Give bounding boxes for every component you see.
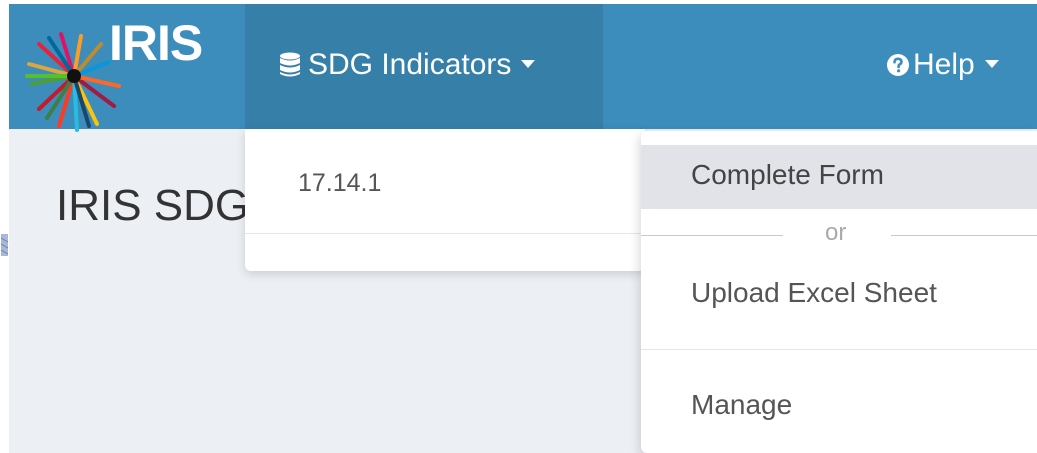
left-edge-strip [0, 0, 9, 453]
complete-form-label: Complete Form [691, 159, 884, 190]
brand-logo[interactable]: IRIS [9, 4, 245, 132]
upload-excel-label: Upload Excel Sheet [691, 277, 937, 308]
complete-form-item[interactable]: Complete Form [641, 145, 1037, 209]
manage-item[interactable]: Manage [641, 383, 1037, 443]
nav-sdg-label: SDG Indicators [308, 48, 536, 82]
brand-logo-text: IRIS [109, 15, 203, 71]
menu-separator [641, 349, 1037, 350]
divider-line-right [891, 235, 1037, 236]
nav-help[interactable]: Help [885, 4, 1037, 129]
nav-sdg-indicators[interactable]: SDG Indicators [245, 4, 603, 129]
help-dropdown: Complete Form or Upload Excel Sheet Mana… [641, 131, 1037, 453]
question-circle-icon [887, 54, 909, 76]
caret-down-icon [984, 60, 999, 69]
divider-line-left [641, 235, 783, 236]
scroll-grip-icon [0, 234, 9, 256]
upload-excel-item[interactable]: Upload Excel Sheet [641, 271, 1037, 331]
database-icon [280, 52, 300, 77]
caret-down-icon [521, 60, 536, 69]
sdg-indicators-dropdown: 17.14.1 [245, 129, 645, 271]
top-navbar: IRIS SDG Indicators Help [9, 4, 1037, 132]
page-title: IRIS SDG [56, 181, 250, 230]
nav-help-label: Help [913, 48, 999, 82]
or-divider: or [641, 217, 1037, 253]
page: IRIS SDG Indicators Help IRIS SDG 17.14.… [0, 0, 1037, 453]
sdg-indicator-label: 17.14.1 [298, 169, 382, 197]
sdg-indicator-item[interactable]: 17.14.1 [245, 129, 645, 234]
or-label: or [825, 219, 847, 246]
manage-label: Manage [691, 389, 793, 420]
